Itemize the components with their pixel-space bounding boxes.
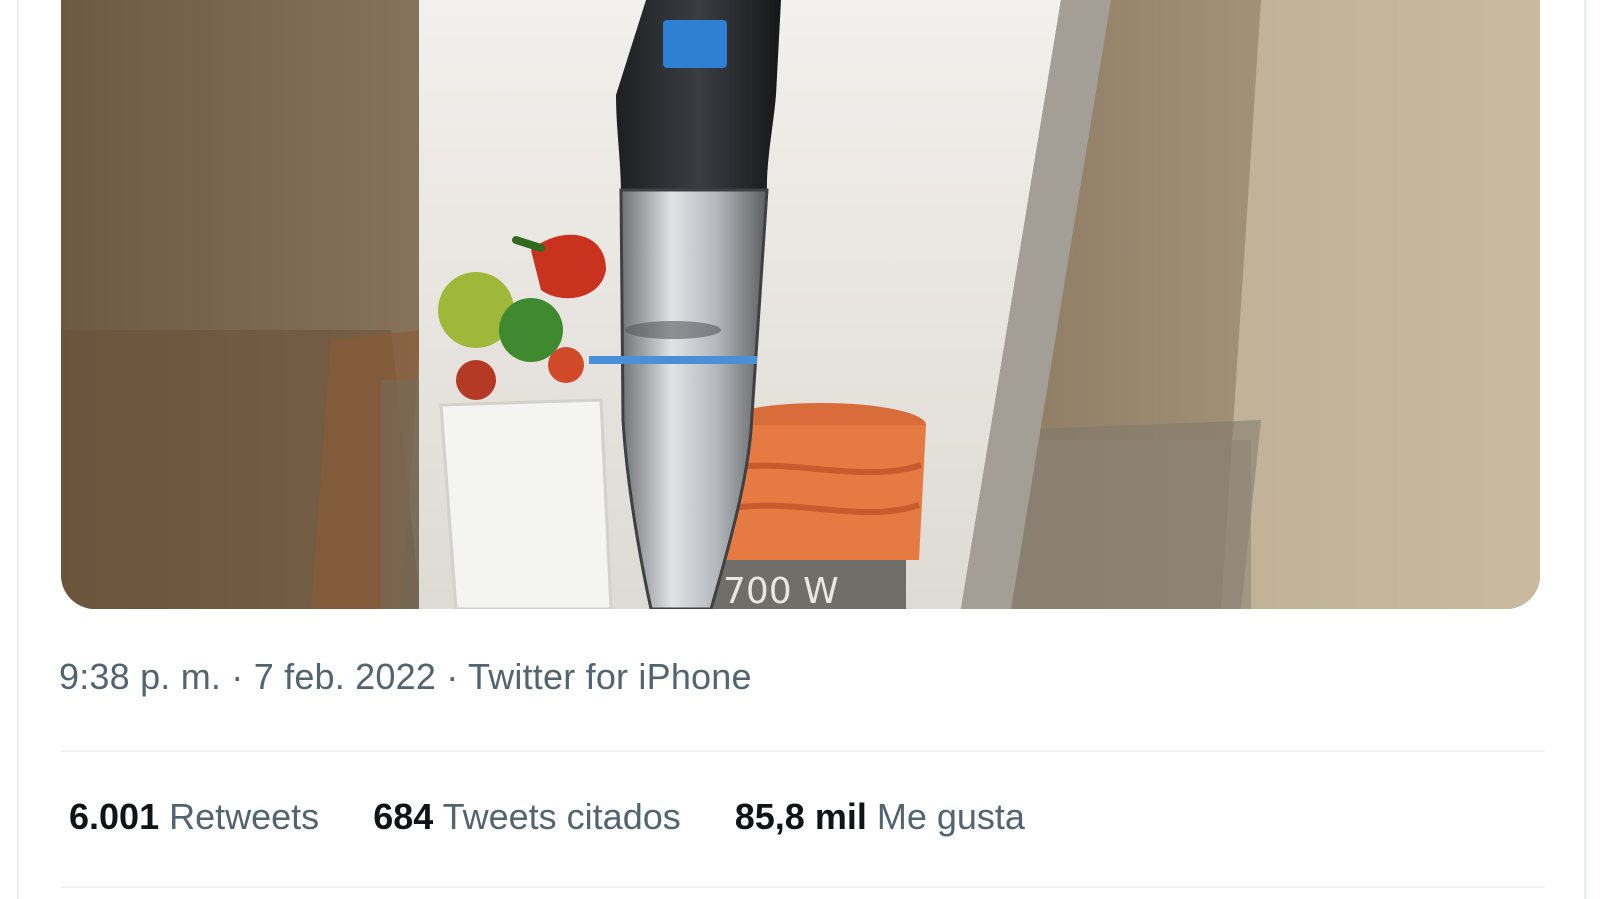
meta-separator: · bbox=[436, 656, 468, 697]
tweet-date[interactable]: 7 feb. 2022 bbox=[254, 656, 436, 697]
quote-tweets-label: Tweets citados bbox=[442, 796, 681, 837]
meta-separator: · bbox=[221, 656, 254, 697]
tweet-time[interactable]: 9:38 p. m. bbox=[59, 656, 221, 697]
divider bbox=[61, 750, 1545, 752]
likes-count: 85,8 mil bbox=[734, 796, 867, 837]
retweets-count: 6.001 bbox=[69, 796, 160, 837]
likes-label: Me gusta bbox=[876, 796, 1025, 837]
tweet-stats: 6.001 Retweets 684 Tweets citados 85,8 m… bbox=[69, 796, 1079, 838]
tweet-media-photo[interactable]: 700 W bbox=[61, 0, 1540, 609]
divider bbox=[61, 886, 1545, 888]
retweets-count-link[interactable]: 6.001 Retweets bbox=[69, 796, 319, 838]
box-wattage-label: 700 W bbox=[723, 571, 839, 609]
likes-count-link[interactable]: 85,8 mil Me gusta bbox=[735, 796, 1025, 838]
retweets-label: Retweets bbox=[169, 796, 320, 837]
tweet-source[interactable]: Twitter for iPhone bbox=[468, 656, 752, 697]
quote-tweets-count: 684 bbox=[373, 796, 434, 837]
photo-blender-box: 700 W bbox=[61, 0, 1540, 609]
tweet-timestamp-line: 9:38 p. m. · 7 feb. 2022 · Twitter for i… bbox=[59, 656, 752, 698]
quote-tweets-count-link[interactable]: 684 Tweets citados bbox=[373, 796, 681, 838]
